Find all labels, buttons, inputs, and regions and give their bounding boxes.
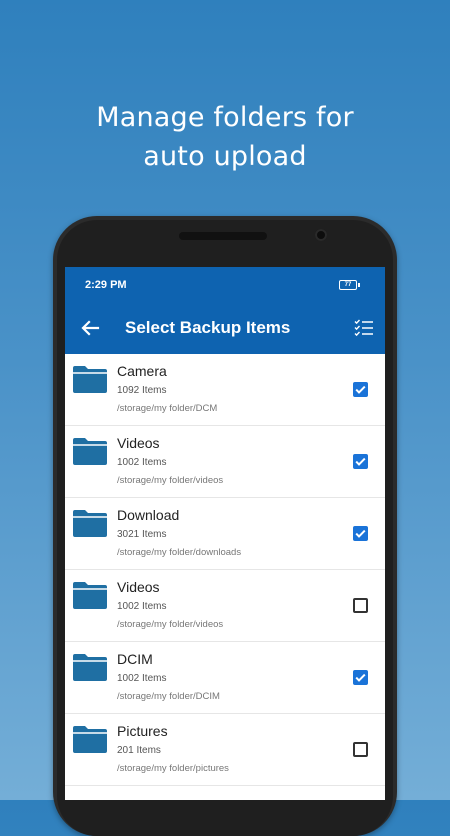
folder-path: /storage/my folder/videos — [117, 619, 224, 630]
item-count: 1002 Items — [117, 601, 167, 612]
item-count: 1002 Items — [117, 673, 167, 684]
folder-name: Camera — [117, 363, 167, 379]
folder-icon — [73, 725, 107, 753]
folder-icon — [73, 509, 107, 537]
folder-name: DCIM — [117, 651, 153, 667]
folder-path: /storage/my folder/downloads — [117, 547, 242, 558]
app-bar: Select Backup Items — [65, 303, 385, 354]
item-count: 3021 Items — [117, 529, 167, 540]
page-title: Select Backup Items — [125, 318, 291, 337]
backup-checkbox[interactable] — [353, 454, 368, 469]
folder-path: /storage/my folder/DCIM — [117, 691, 220, 702]
backup-checkbox[interactable] — [353, 742, 368, 757]
folder-path: /storage/my folder/pictures — [117, 763, 229, 774]
list-item[interactable]: DCIM 1002 Items/storage/my folder/DCIM — [65, 642, 385, 714]
status-time: 2:29 PM — [85, 279, 127, 291]
folder-name: Videos — [117, 435, 160, 451]
folder-path: /storage/my folder/videos — [117, 475, 224, 486]
arrow-back-icon[interactable] — [77, 315, 103, 341]
item-count: 201 Items — [117, 745, 161, 756]
headline-line-2: auto upload — [143, 141, 307, 172]
headline-line-1: Manage folders for — [96, 102, 354, 133]
folder-path: /storage/my folder/DCM — [117, 403, 218, 414]
phone-speaker — [179, 232, 267, 240]
battery-icon: 77 — [339, 280, 360, 290]
list-item[interactable]: Camera 1092 Items/storage/my folder/DCM — [65, 354, 385, 426]
list-item[interactable]: Videos 1002 Items/storage/my folder/video… — [65, 570, 385, 642]
status-bar: 2:29 PM 77 — [65, 267, 385, 303]
checklist-icon[interactable] — [353, 317, 375, 339]
folder-name: Download — [117, 507, 180, 523]
folder-icon — [73, 437, 107, 465]
list-item[interactable]: Pictures 201 Items/storage/my folder/pict… — [65, 714, 385, 786]
phone-camera — [315, 229, 327, 241]
folder-icon — [73, 653, 107, 681]
backup-checkbox[interactable] — [353, 670, 368, 685]
folder-icon — [73, 365, 107, 393]
backup-checkbox[interactable] — [353, 598, 368, 613]
item-count: 1002 Items — [117, 457, 167, 468]
folder-list: Camera 1092 Items/storage/my folder/DCM Vi… — [65, 354, 385, 786]
list-item[interactable]: Videos 1002 Items/storage/my folder/video… — [65, 426, 385, 498]
folder-icon — [73, 581, 107, 609]
backup-checkbox[interactable] — [353, 526, 368, 541]
app-screen: 2:29 PM 77 Select Backup Items Camera 109… — [65, 267, 385, 800]
item-count: 1092 Items — [117, 385, 167, 396]
folder-name: Videos — [117, 579, 160, 595]
promo-headline: Manage folders for auto upload — [0, 98, 450, 176]
folder-name: Pictures — [117, 723, 168, 739]
backup-checkbox[interactable] — [353, 382, 368, 397]
list-item[interactable]: Download 3021 Items/storage/my folder/dow… — [65, 498, 385, 570]
